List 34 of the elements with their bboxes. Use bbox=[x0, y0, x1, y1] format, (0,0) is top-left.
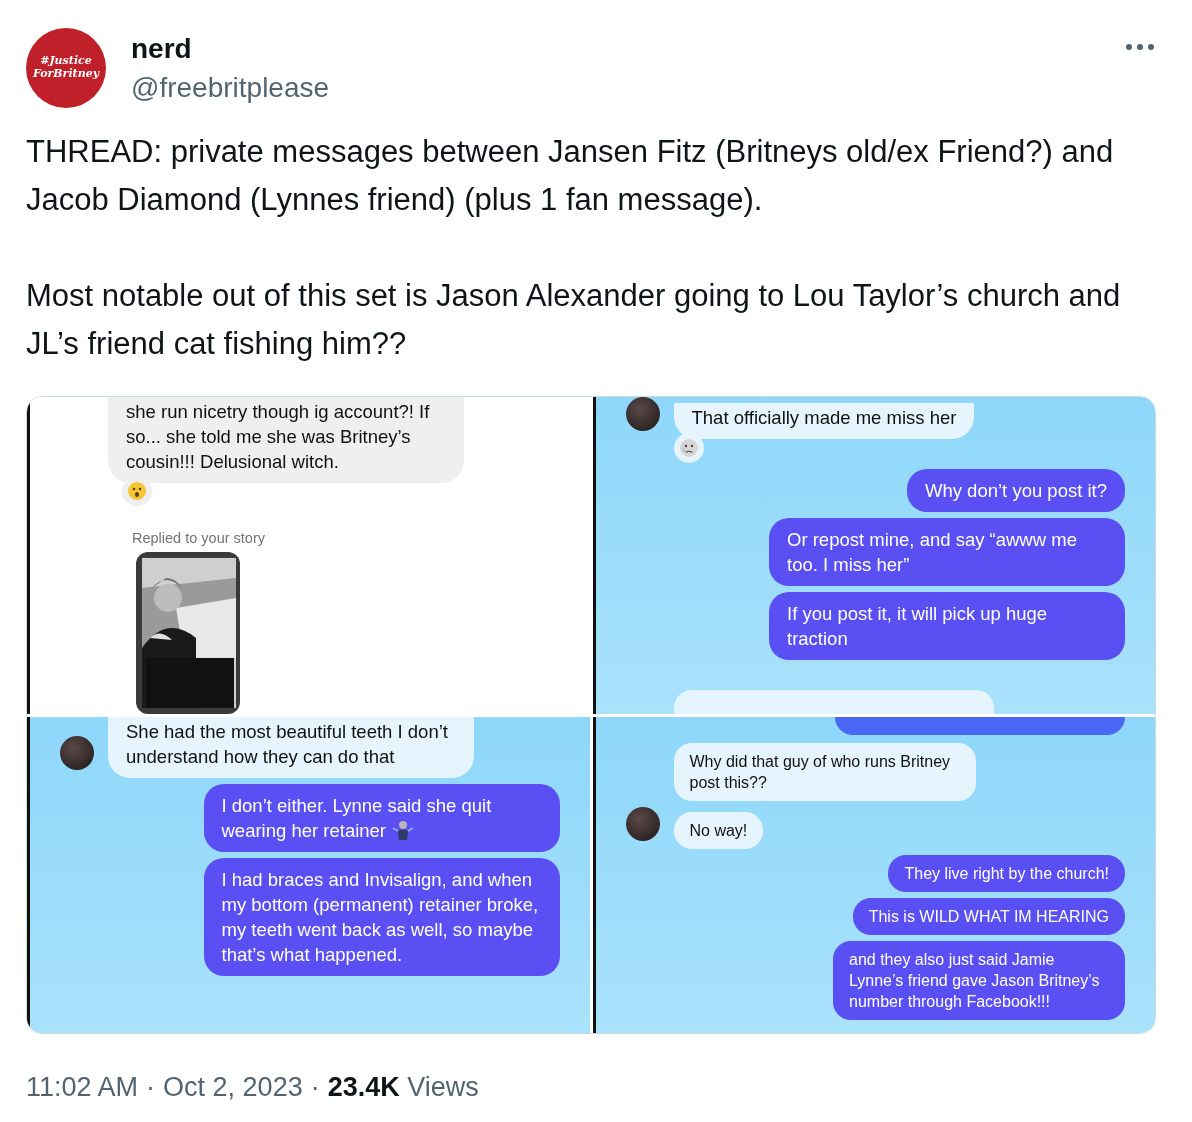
post-time[interactable]: 11:02 AM bbox=[26, 1072, 139, 1103]
message-bubble: Or repost mine, and say “awww me too. I miss her” bbox=[769, 518, 1125, 586]
views-label: Views bbox=[407, 1072, 479, 1102]
message-bubble: I had braces and Invisalign, and when my bottom (permanent) retainer broke, my teeth went back as well, so maybe that’s what happened. bbox=[203, 857, 560, 976]
separator-dot: · bbox=[146, 1072, 156, 1103]
surprised-face-icon bbox=[127, 481, 147, 502]
message-bubble: This is WILD WHAT IM HEARING bbox=[852, 897, 1125, 935]
message-bubble: and they also just said Jamie Lynne’s friend gave Jason Britney’s number through Facebook!!! bbox=[833, 940, 1125, 1020]
avatar-text: #Justice bbox=[40, 55, 92, 68]
story-reply-label: Replied to your story bbox=[132, 529, 266, 546]
chat-screenshot[interactable]: That officially made me miss her Why don’t you post it? Or repost mine, and say “awww me too. I miss her” If you post it, it will pick up huge traction bbox=[592, 397, 1155, 714]
chat-screenshot[interactable] bbox=[592, 716, 1155, 1033]
tweet-text: THREAD: private messages between Jansen Fitz (Britneys old/ex Friend?) and Jacob Diamond (Lynnes friend) (plus 1 fan message). bbox=[26, 133, 1115, 219]
post-date[interactable]: Oct 2, 2023 bbox=[163, 1072, 303, 1103]
message-bubble: That officially made me miss her bbox=[673, 403, 975, 439]
more-icon[interactable] bbox=[1124, 42, 1156, 52]
shrug-figure-icon bbox=[392, 818, 415, 841]
tweet-text: Most notable out of this set is Jason Alexander going to Lou Taylor’s church and JL’s friend cat fishing him?? bbox=[26, 277, 1122, 363]
views-count: 23.4K bbox=[327, 1072, 400, 1102]
separator-dot: · bbox=[310, 1072, 320, 1103]
message-bubble: No way! bbox=[673, 811, 764, 849]
message-bubble: They live right by the church! bbox=[888, 854, 1125, 892]
user-handle[interactable]: @freebritplease bbox=[131, 69, 1099, 107]
media-grid[interactable] bbox=[26, 396, 1156, 1034]
chat-screenshot[interactable] bbox=[27, 716, 590, 1033]
message-bubble: She had the most beautiful teeth I don’t understand how they can do that bbox=[108, 716, 474, 778]
avatar-text: ForBritney bbox=[32, 68, 100, 81]
message-bubble: she run nicetry though ig account?! If so... she told me she was Britney’s cousin!!! Delusional witch. bbox=[108, 397, 464, 483]
avatar[interactable]: #Justice ForBritney bbox=[26, 28, 106, 108]
message-bubble: Why did that guy of who runs Britney post this?? bbox=[673, 742, 976, 801]
message-bubble: I don’t either. Lynne said she quit wearing her retainer bbox=[203, 783, 560, 852]
message-bubble: Why don’t you post it? bbox=[907, 469, 1125, 512]
display-name[interactable]: nerd bbox=[131, 29, 1099, 69]
message-bubble: If you post it, it will pick up huge traction bbox=[769, 592, 1125, 660]
